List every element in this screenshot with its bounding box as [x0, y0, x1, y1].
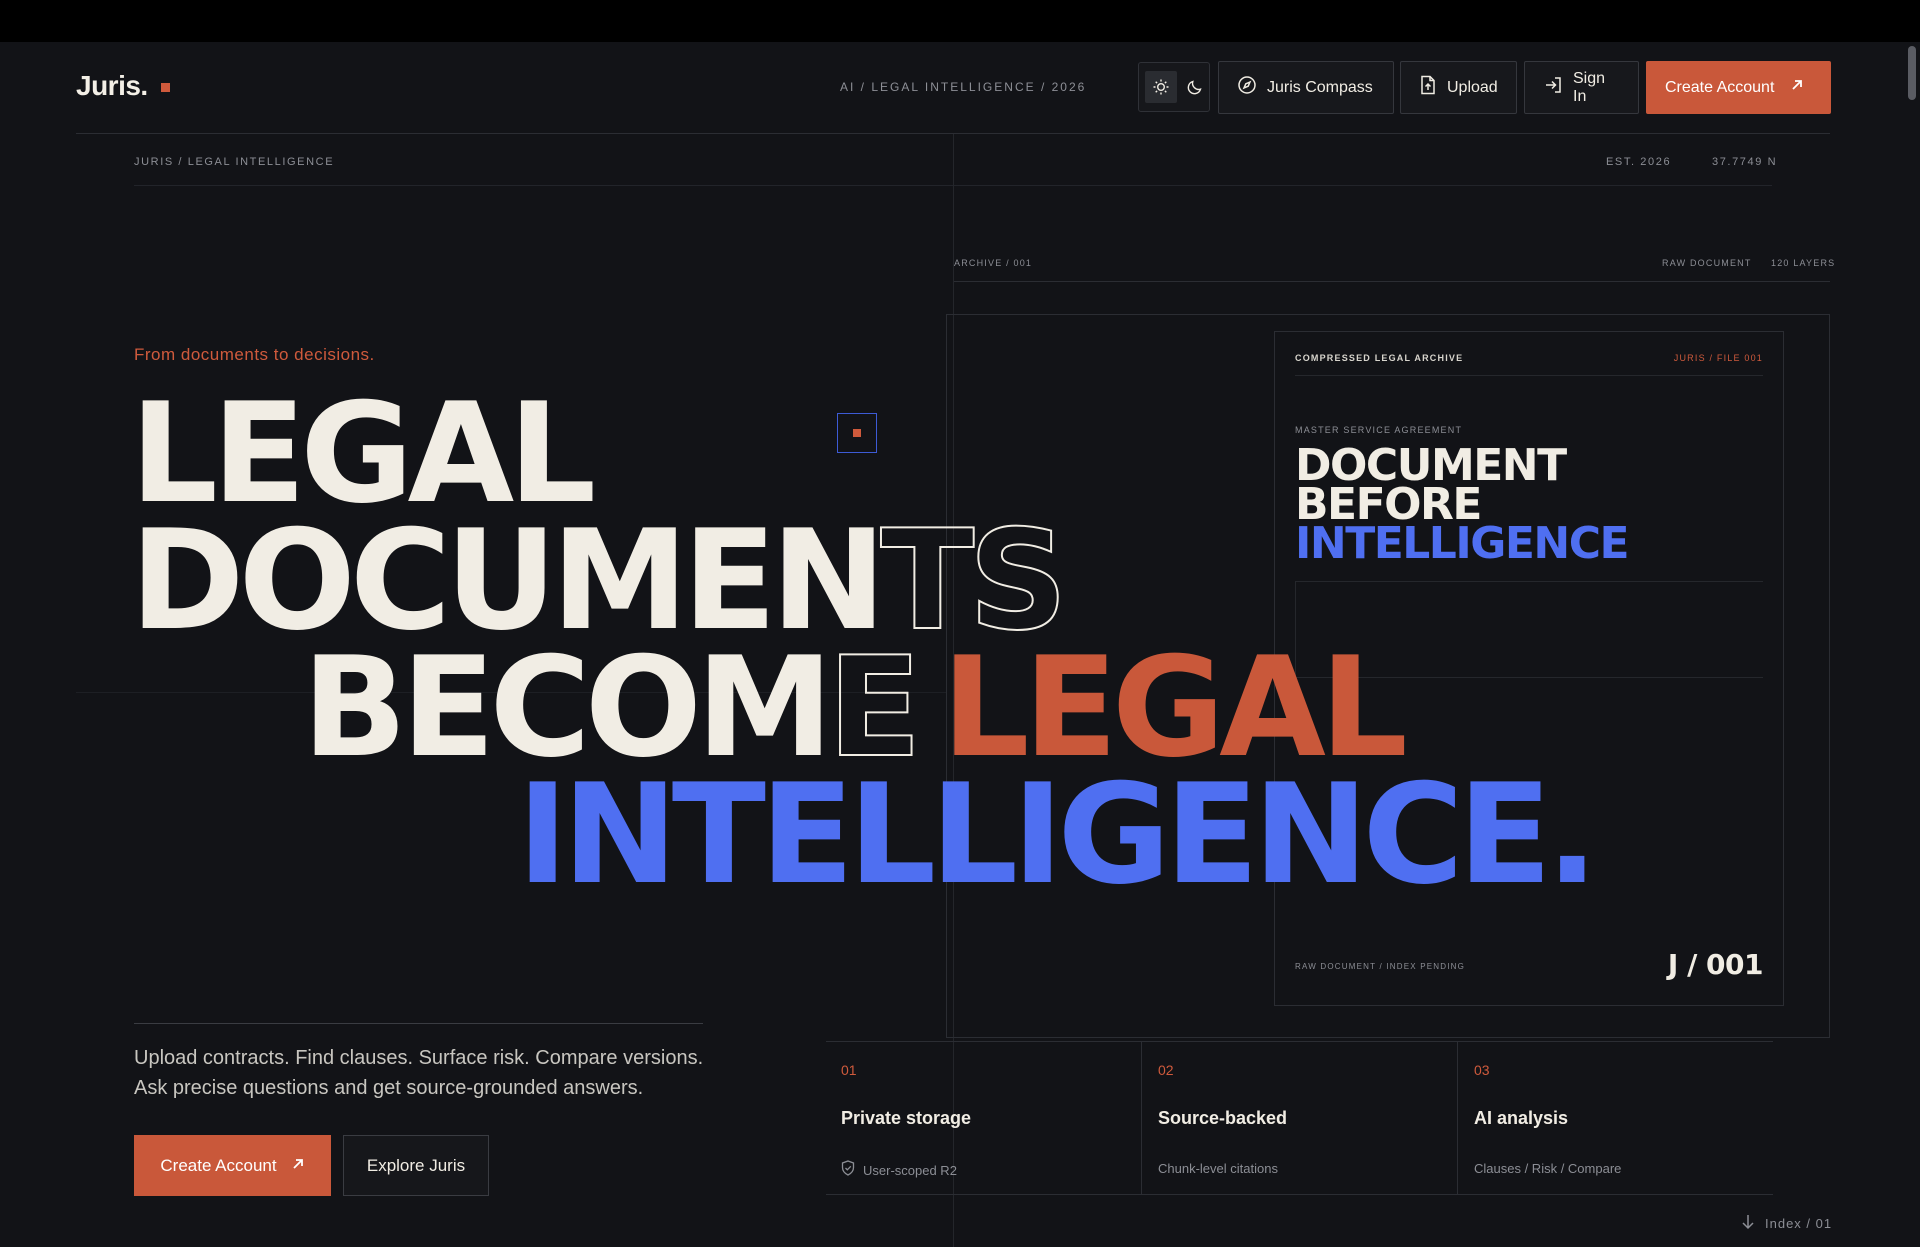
- layers-count: 120 LAYERS: [1771, 258, 1836, 268]
- card-rule-1: [1295, 581, 1763, 582]
- header-tagline: AI / LEGAL INTELLIGENCE / 2026: [840, 80, 1087, 94]
- feature-number: 02: [1158, 1062, 1174, 1078]
- feature-subtitle-row: User-scoped R2: [841, 1160, 957, 1181]
- est-year: EST. 2026: [1606, 156, 1672, 168]
- juris-compass-label: Juris Compass: [1267, 78, 1373, 96]
- card-footer-right: J / 001: [1667, 948, 1764, 981]
- explore-juris-label: Explore Juris: [366, 1155, 466, 1175]
- card-footer-left: RAW DOCUMENT / INDEX PENDING: [1295, 962, 1466, 971]
- feature-card-2: 02 Source-backed Chunk-level citations: [1142, 1041, 1457, 1195]
- scrollbar-thumb[interactable]: [1908, 46, 1916, 100]
- coordinate-readout: 37.7749 N: [1712, 156, 1778, 168]
- card-title-line3: INTELLIGENCE: [1295, 518, 1630, 569]
- focus-marker: [837, 413, 877, 453]
- feature-title: AI analysis: [1474, 1108, 1569, 1128]
- brand-logo[interactable]: Juris.: [76, 70, 148, 102]
- intro-divider: [134, 1023, 703, 1024]
- create-account-label: Create Account: [1665, 78, 1775, 96]
- raw-document-label: RAW DOCUMENT: [1662, 258, 1752, 268]
- sun-icon[interactable]: [1145, 71, 1177, 103]
- card-header-divider: [1295, 375, 1763, 376]
- juris-compass-button[interactable]: Juris Compass: [1218, 61, 1394, 114]
- sign-in-label: Sign In: [1573, 69, 1606, 105]
- hero-lede: From documents to decisions.: [134, 345, 375, 364]
- sign-in-icon: [1543, 75, 1563, 100]
- upload-button[interactable]: Upload: [1400, 61, 1517, 114]
- card-header-right: JURIS / FILE 001: [1673, 353, 1763, 363]
- card-header-left: COMPRESSED LEGAL ARCHIVE: [1295, 353, 1464, 363]
- intro-line-1: Upload contracts. Find clauses. Surface …: [134, 1047, 704, 1069]
- archive-label: ARCHIVE / 001: [954, 258, 1033, 268]
- upload-label: Upload: [1447, 78, 1498, 96]
- breadcrumb: JURIS / LEGAL INTELLIGENCE: [134, 156, 335, 168]
- create-account-button[interactable]: Create Account: [1646, 61, 1831, 114]
- feature-card-3: 03 AI analysis Clauses / Risk / Compare: [1458, 1041, 1773, 1195]
- feature-title: Private storage: [841, 1108, 972, 1128]
- theme-toggle[interactable]: [1138, 62, 1210, 112]
- feature-number: 03: [1474, 1062, 1490, 1078]
- feature-number: 01: [841, 1062, 857, 1078]
- card-kicker: MASTER SERVICE AGREEMENT: [1295, 425, 1463, 435]
- hero-line-4: INTELLIGENCE.: [517, 754, 1598, 915]
- shield-check-icon: [841, 1160, 855, 1181]
- moon-icon[interactable]: [1183, 71, 1207, 103]
- arrow-up-right-icon: [1790, 78, 1804, 97]
- explore-juris-button[interactable]: Explore Juris: [343, 1135, 489, 1196]
- compass-icon: [1237, 75, 1257, 100]
- feature-title: Source-backed: [1158, 1108, 1288, 1128]
- sign-in-button[interactable]: Sign In: [1524, 61, 1639, 114]
- file-upload-icon: [1419, 75, 1437, 100]
- browser-top-bar: [0, 0, 1920, 42]
- feature-card-1: 01 Private storage User-scoped R2: [826, 1041, 1141, 1195]
- feature-subtitle: User-scoped R2: [863, 1163, 957, 1178]
- scroll-index[interactable]: Index / 01: [1741, 1214, 1832, 1233]
- hero-create-account-label: Create Account: [160, 1155, 277, 1175]
- index-label: Index / 01: [1765, 1216, 1833, 1231]
- hero-create-account-button[interactable]: Create Account: [134, 1135, 331, 1196]
- feature-subtitle: Chunk-level citations: [1158, 1161, 1278, 1176]
- archive-divider: [954, 281, 1830, 282]
- intro-description: Upload contracts. Find clauses. Surface …: [134, 1043, 724, 1103]
- arrow-down-icon: [1741, 1214, 1755, 1233]
- brand-logo-dot: [161, 83, 170, 92]
- marker-dot: [853, 429, 861, 437]
- intro-line-2: Ask precise questions and get source-gro…: [134, 1077, 644, 1099]
- arrow-up-right-icon: [291, 1156, 305, 1176]
- feature-subtitle: Clauses / Risk / Compare: [1474, 1161, 1622, 1176]
